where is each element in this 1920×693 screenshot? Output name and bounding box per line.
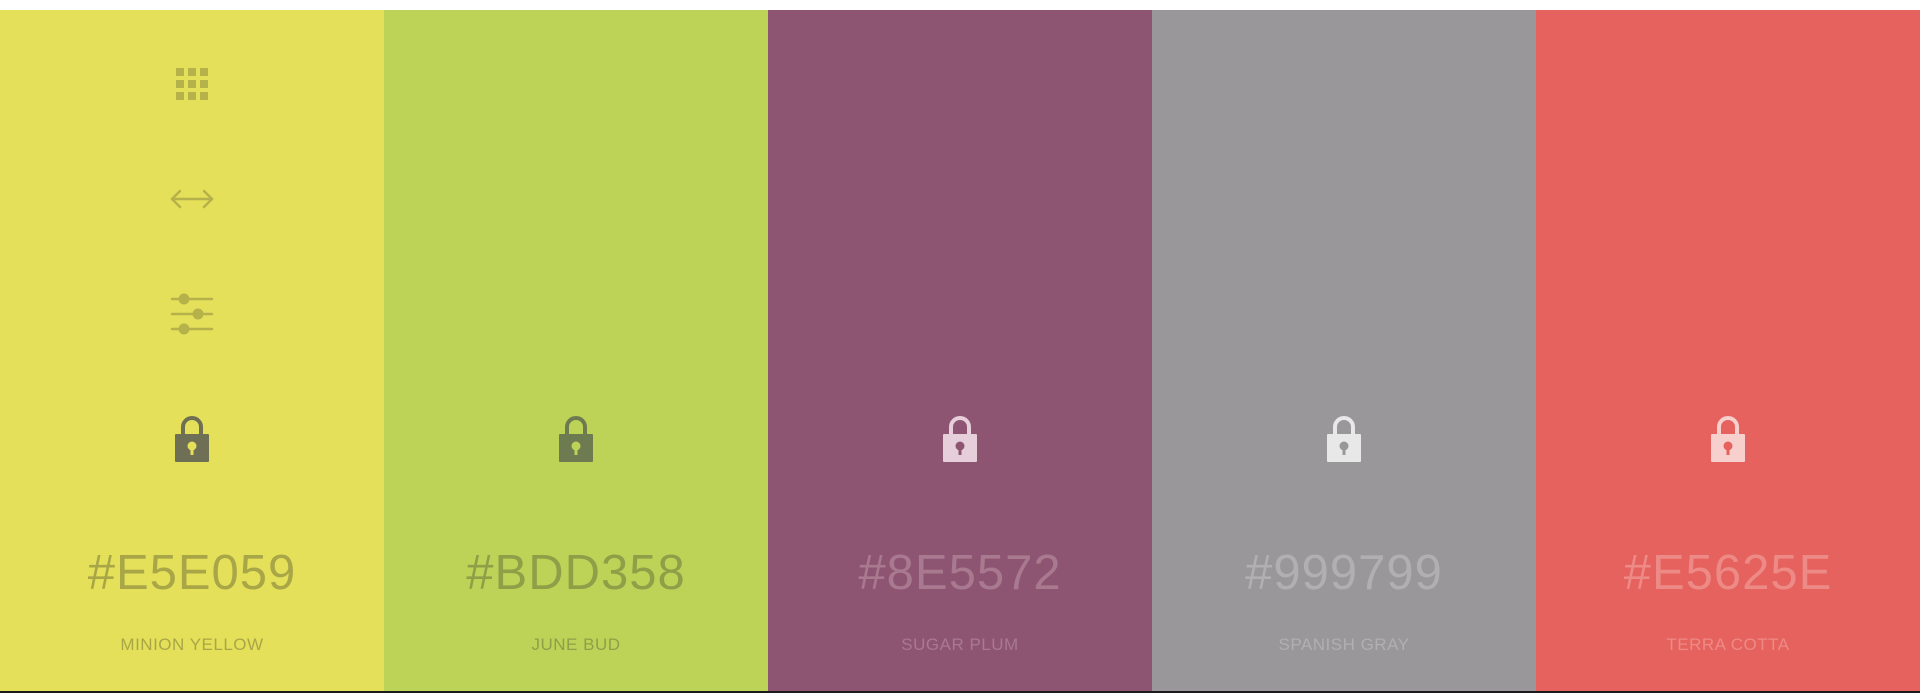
- color-name: MINION YELLOW: [120, 635, 264, 654]
- lock-icon: [175, 416, 209, 462]
- hex-code[interactable]: #E5E059: [0, 545, 384, 601]
- lock-button[interactable]: [172, 413, 212, 465]
- lock-button[interactable]: [556, 413, 596, 465]
- swatch-spanish-gray[interactable]: #999799 SPANISH GRAY: [1152, 10, 1536, 691]
- lock-icon: [559, 416, 593, 462]
- lock-icon: [1711, 416, 1745, 462]
- grid-icon: [176, 68, 208, 100]
- swatch-june-bud[interactable]: #BDD358 JUNE BUD: [384, 10, 768, 691]
- color-name: SUGAR PLUM: [901, 635, 1019, 654]
- sliders-icon: [170, 293, 214, 335]
- lock-icon: [1327, 416, 1361, 462]
- swatch-sugar-plum[interactable]: #8E5572 SUGAR PLUM: [768, 10, 1152, 691]
- color-name: TERRA COTTA: [1666, 635, 1790, 654]
- lock-button[interactable]: [940, 413, 980, 465]
- lock-icon: [943, 416, 977, 462]
- horizontal-arrows-icon: [170, 189, 214, 209]
- view-shades-button[interactable]: [167, 59, 217, 109]
- lock-button[interactable]: [1324, 413, 1364, 465]
- hex-code[interactable]: #E5625E: [1536, 545, 1920, 601]
- swatch-terra-cotta[interactable]: #E5625E TERRA COTTA: [1536, 10, 1920, 691]
- swatch-minion-yellow[interactable]: #E5E059 MINION YELLOW: [0, 10, 384, 691]
- hex-code[interactable]: #999799: [1152, 545, 1536, 601]
- hex-code[interactable]: #BDD358: [384, 545, 768, 601]
- color-name: SPANISH GRAY: [1278, 635, 1410, 654]
- adjust-color-button[interactable]: [167, 289, 217, 339]
- hex-code[interactable]: #8E5572: [768, 545, 1152, 601]
- color-palette: #E5E059 MINION YELLOW #BDD358 JUNE BUD #…: [0, 10, 1920, 691]
- lock-button[interactable]: [1708, 413, 1748, 465]
- drag-swatch-button[interactable]: [167, 174, 217, 224]
- color-name: JUNE BUD: [531, 635, 621, 654]
